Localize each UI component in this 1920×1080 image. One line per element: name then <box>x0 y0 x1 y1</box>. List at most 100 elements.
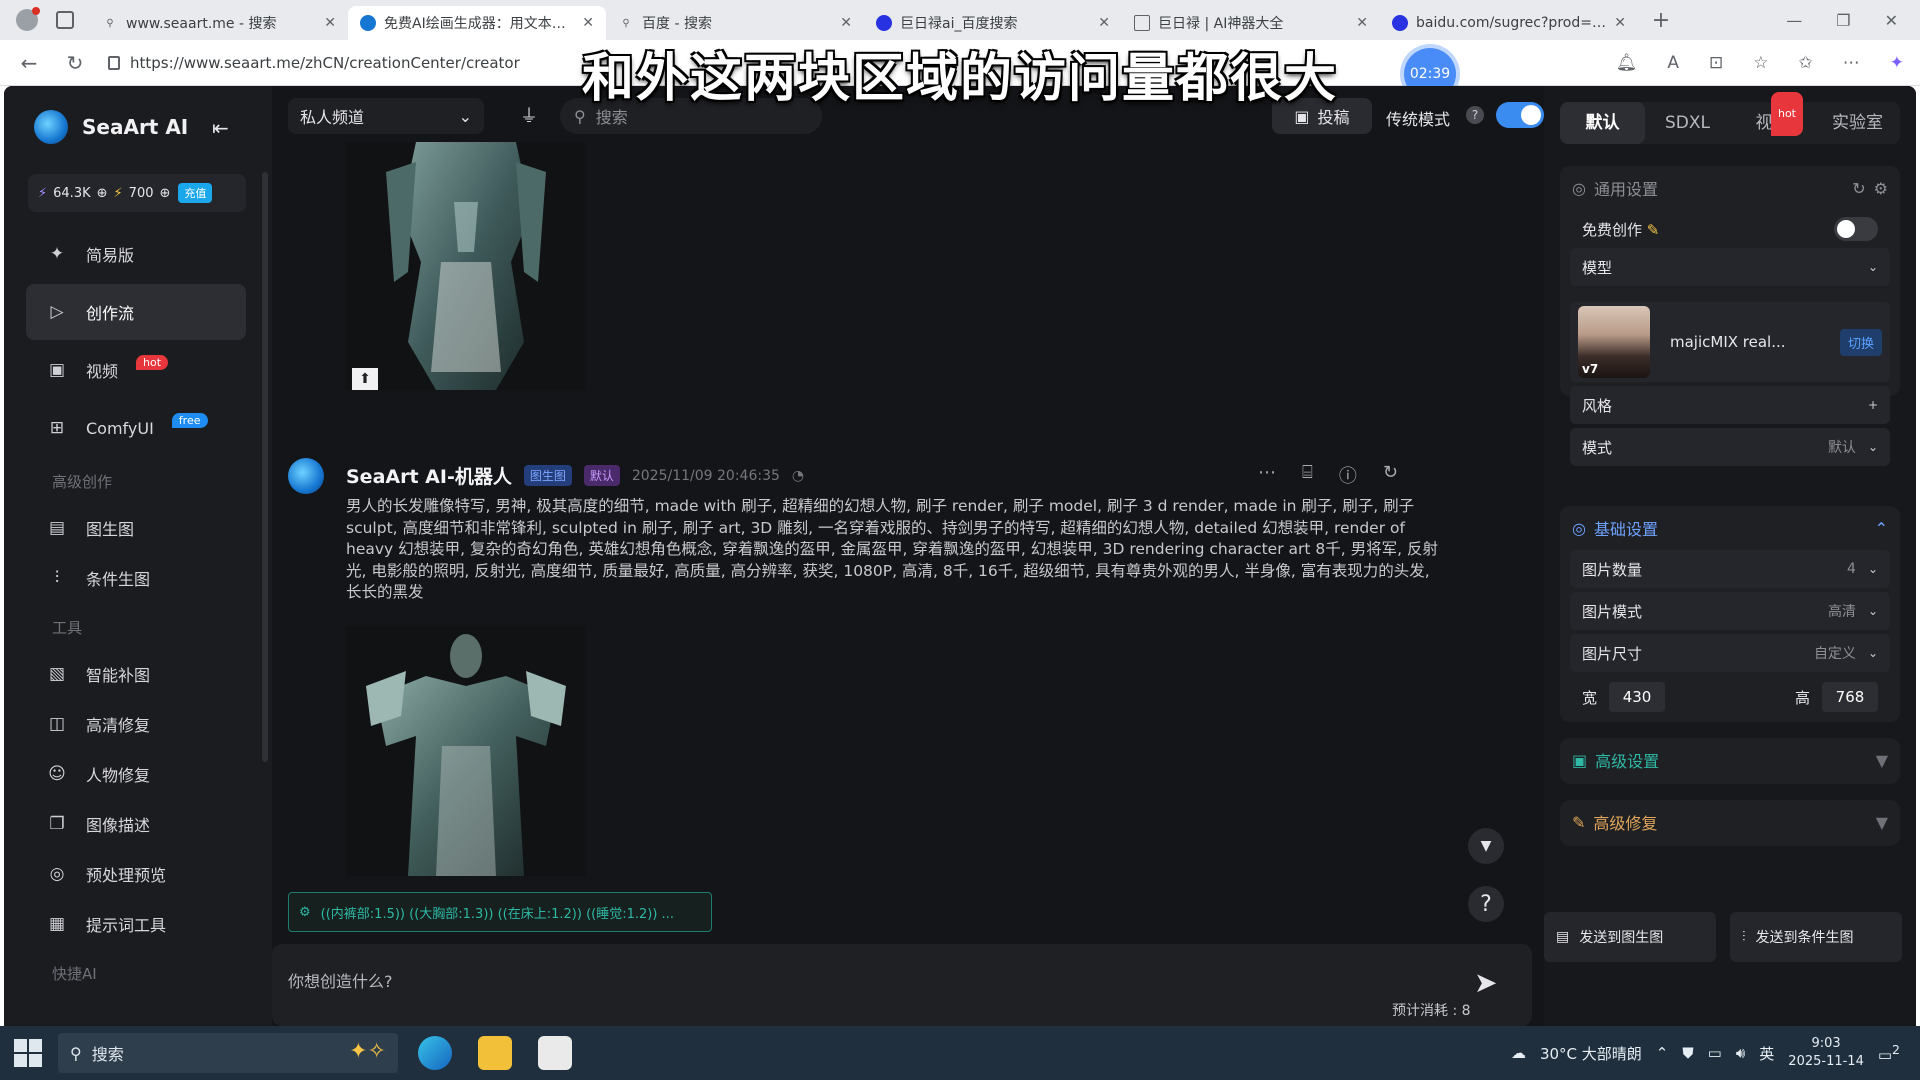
model-row[interactable]: 模型 ⌄ <box>1570 248 1890 286</box>
back-icon[interactable]: ← <box>16 51 42 75</box>
send-to-img2img-button[interactable]: ▤ 发送到图生图 <box>1544 912 1716 962</box>
edge-icon[interactable] <box>418 1036 452 1070</box>
help-button[interactable]: ? <box>1468 886 1504 922</box>
weather-text[interactable]: 30°C 大部晴朗 <box>1540 1043 1642 1064</box>
tab-default[interactable]: 默认 <box>1560 102 1645 144</box>
maximize-icon[interactable]: ❐ <box>1836 11 1850 30</box>
tab-actions-icon[interactable] <box>56 11 74 29</box>
gear-icon[interactable]: ⚙ <box>1874 179 1888 198</box>
profile-avatar[interactable] <box>16 7 40 31</box>
notification-icon[interactable]: ▭2 <box>1878 1042 1900 1064</box>
sidebar-item-conditional[interactable]: ⫶ 条件生图 <box>26 554 246 602</box>
recharge-button[interactable]: 充值 <box>178 183 213 203</box>
submit-button[interactable]: ▣ 投稿 <box>1272 98 1372 134</box>
network-icon[interactable]: ▭ <box>1708 1044 1722 1062</box>
search-box[interactable]: ⚲ 搜索 <box>560 98 822 134</box>
regenerate-icon[interactable]: ↻ <box>1383 462 1398 488</box>
sidebar-item-hd[interactable]: ◫ 高清修复 <box>26 700 246 748</box>
tab-video[interactable]: 视频 hot <box>1730 92 1815 144</box>
plus-icon[interactable]: + <box>1868 398 1878 412</box>
close-icon[interactable]: ✕ <box>1614 15 1626 31</box>
volume-icon[interactable]: 🔊︎ <box>1736 1044 1745 1062</box>
sidebar-item-video[interactable]: ▣ 视频 hot <box>26 342 246 398</box>
scroll-down-button[interactable]: ▼ <box>1468 828 1504 864</box>
collapse-sidebar-icon[interactable]: ⇤ <box>212 116 229 140</box>
sidebar-item-preprocess[interactable]: ◎ 预处理预览 <box>26 850 246 898</box>
help-icon[interactable]: ? <box>1466 106 1484 124</box>
close-window-icon[interactable]: ✕ <box>1885 11 1898 30</box>
upload-icon[interactable]: ⬆ <box>352 368 378 390</box>
tab-sdxl[interactable]: SDXL <box>1645 102 1730 144</box>
windows-start-icon[interactable] <box>14 1039 42 1067</box>
taskbar-search[interactable]: ⚲ 搜索 ✦✧ <box>58 1033 398 1073</box>
mode-row[interactable]: 模式 默认 ⌄ <box>1570 428 1890 466</box>
style-row[interactable]: 风格 + <box>1570 386 1890 424</box>
sidebar-item-simple[interactable]: ✦ 简易版 <box>26 226 246 282</box>
translate-icon[interactable]: ⌸ <box>1302 462 1313 488</box>
tab-lab[interactable]: 实验室 <box>1815 102 1900 144</box>
refresh-icon[interactable]: ↻ <box>1852 179 1865 198</box>
filter-icon[interactable]: ⏚ <box>520 102 538 128</box>
reload-icon[interactable]: ↻ <box>62 51 88 75</box>
classic-mode-toggle[interactable] <box>1496 102 1544 128</box>
sparkle-icon: ✦✧ <box>349 1039 386 1064</box>
favorites-list-icon[interactable]: ✩ <box>1799 53 1813 73</box>
channel-select[interactable]: 私人频道 ⌄ <box>288 98 484 134</box>
image-mode-row[interactable]: 图片模式 高清 ⌄ <box>1570 592 1890 630</box>
generated-image-2[interactable] <box>346 626 586 876</box>
shield-icon[interactable]: ⛊ <box>1682 1044 1693 1062</box>
sidebar-item-comfyui[interactable]: ⊞ ComfyUI free <box>26 400 246 456</box>
minimize-icon[interactable]: — <box>1786 11 1802 30</box>
brand[interactable]: SeaArt AI <box>34 110 188 144</box>
send-icon[interactable]: ➤ <box>1474 966 1497 999</box>
chevron-up-icon[interactable]: ⌃ <box>1875 519 1888 538</box>
sidebar-item-workflow[interactable]: ▷ 创作流 <box>26 284 246 340</box>
prompt-input[interactable] <box>288 964 1288 998</box>
height-input[interactable]: 768 <box>1822 682 1878 712</box>
sidebar-item-inpaint[interactable]: ▧ 智能补图 <box>26 650 246 698</box>
app-icon[interactable] <box>538 1036 572 1070</box>
width-input[interactable]: 430 <box>1609 682 1666 712</box>
info-icon[interactable]: ⓘ <box>1339 462 1357 488</box>
ime-indicator[interactable]: 英 <box>1759 1043 1774 1064</box>
browser-tab-1[interactable]: ⚲ www.seaart.me - 搜索 ✕ <box>90 6 348 40</box>
swap-model-button[interactable]: 切换 <box>1839 328 1882 356</box>
file-explorer-icon[interactable] <box>478 1036 512 1070</box>
sidebar-scrollbar[interactable] <box>262 172 268 762</box>
browser-tab-5[interactable]: 巨日禄 | AI神器大全 ✕ <box>1122 6 1380 40</box>
browser-tab-3[interactable]: ⚲ 百度 - 搜索 ✕ <box>606 6 864 40</box>
generated-image-1[interactable]: ⬆ <box>346 142 586 390</box>
close-icon[interactable]: ✕ <box>1356 15 1368 31</box>
new-tab-button[interactable]: + <box>1646 8 1676 33</box>
browser-tab-6[interactable]: baidu.com/sugrec?prod=pc ✕ <box>1380 6 1638 40</box>
copilot-icon[interactable]: ✦ <box>1890 53 1904 73</box>
more-icon[interactable]: ⋯ <box>1843 53 1860 73</box>
advanced-fix-card[interactable]: ✎ 高级修复 ▼ <box>1560 800 1900 846</box>
sidebar-item-img2img[interactable]: ▤ 图生图 <box>26 504 246 552</box>
image-size-row[interactable]: 图片尺寸 自定义 ⌄ <box>1570 634 1890 672</box>
sidebar-item-prompt-tool[interactable]: ▦ 提示词工具 <box>26 900 246 948</box>
close-icon[interactable]: ✕ <box>582 15 594 31</box>
more-icon[interactable]: ⋯ <box>1258 462 1276 488</box>
sidebar-item-describe[interactable]: ❐ 图像描述 <box>26 800 246 848</box>
free-create-toggle[interactable] <box>1834 217 1878 241</box>
model-card[interactable]: v7 majicMIX real... 切换 <box>1570 302 1890 382</box>
url-field[interactable]: https://www.seaart.me/zhCN/creationCente… <box>108 46 528 80</box>
send-to-conditional-button[interactable]: ⫶ 发送到条件生图 <box>1730 912 1902 962</box>
close-icon[interactable]: ✕ <box>324 15 336 31</box>
advanced-settings-card[interactable]: ▣ 高级设置 ▼ <box>1560 738 1900 784</box>
sidebar-item-face-fix[interactable]: ☺ 人物修复 <box>26 750 246 798</box>
close-icon[interactable]: ✕ <box>1098 15 1110 31</box>
close-icon[interactable]: ✕ <box>840 15 852 31</box>
browser-tab-4[interactable]: 巨日禄ai_百度搜索 ✕ <box>864 6 1122 40</box>
image-count-row[interactable]: 图片数量 4 ⌄ <box>1570 550 1890 588</box>
read-aloud-icon[interactable]: A <box>1667 53 1679 73</box>
app-icon[interactable]: ⊡ <box>1709 53 1723 73</box>
prompt-suggestion-chip[interactable]: ⚙ ((内裤部:1.5)) ((大胸部:1.3)) ((在床上:1.2)) ((… <box>288 892 712 932</box>
favorite-icon[interactable]: ☆ <box>1753 53 1768 73</box>
bell-icon[interactable]: 🔔︎ <box>1616 53 1638 73</box>
chevron-up-icon[interactable]: ⌃ <box>1656 1044 1669 1062</box>
browser-tab-2[interactable]: 免费AI绘画生成器：用文本生成 ✕ <box>348 6 606 40</box>
clock[interactable]: 9:03 2025-11-14 <box>1788 1035 1864 1071</box>
credits-bar[interactable]: ⚡ 64.3K ⊕ ⚡ 700 ⊕ 充值 <box>28 174 246 212</box>
